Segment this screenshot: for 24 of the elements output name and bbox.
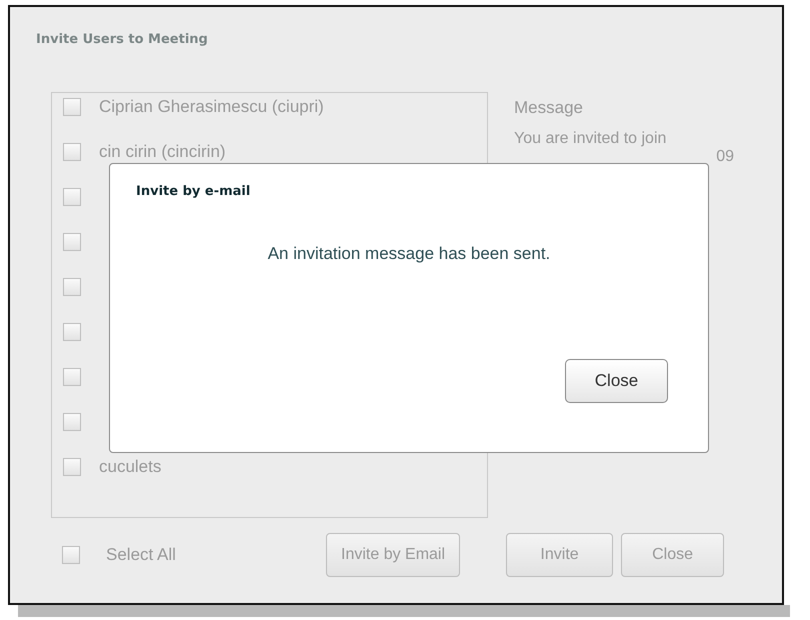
message-text: You are invited to join xyxy=(514,130,668,148)
user-name: Ciprian Gherasimescu (ciupri) xyxy=(99,97,324,117)
popup-title: Invite by e-mail xyxy=(136,184,252,199)
checkbox[interactable] xyxy=(63,323,81,341)
checkbox[interactable] xyxy=(63,188,81,206)
checkbox[interactable] xyxy=(63,458,81,476)
checkbox[interactable] xyxy=(63,98,81,116)
checkbox[interactable] xyxy=(63,368,81,386)
message-text: 09 xyxy=(715,148,735,166)
window-title: Invite Users to Meeting xyxy=(36,32,209,49)
message-label: Message xyxy=(514,98,584,118)
checkbox[interactable] xyxy=(63,413,81,431)
action-button[interactable]: Close xyxy=(621,533,724,577)
close-button[interactable]: Close xyxy=(565,359,668,403)
action-button[interactable]: Invite by Email xyxy=(326,533,460,577)
user-name: cuculets xyxy=(99,457,162,477)
checkbox[interactable] xyxy=(63,233,81,251)
checkbox[interactable] xyxy=(63,143,81,161)
select-all-checkbox[interactable] xyxy=(62,546,80,564)
user-name: cin cirin (cincirin) xyxy=(99,142,226,162)
select-all-label: Select All xyxy=(106,545,176,565)
action-button[interactable]: Invite xyxy=(506,533,614,577)
checkbox[interactable] xyxy=(63,278,81,296)
popup-message: An invitation message has been sent. xyxy=(266,244,552,264)
